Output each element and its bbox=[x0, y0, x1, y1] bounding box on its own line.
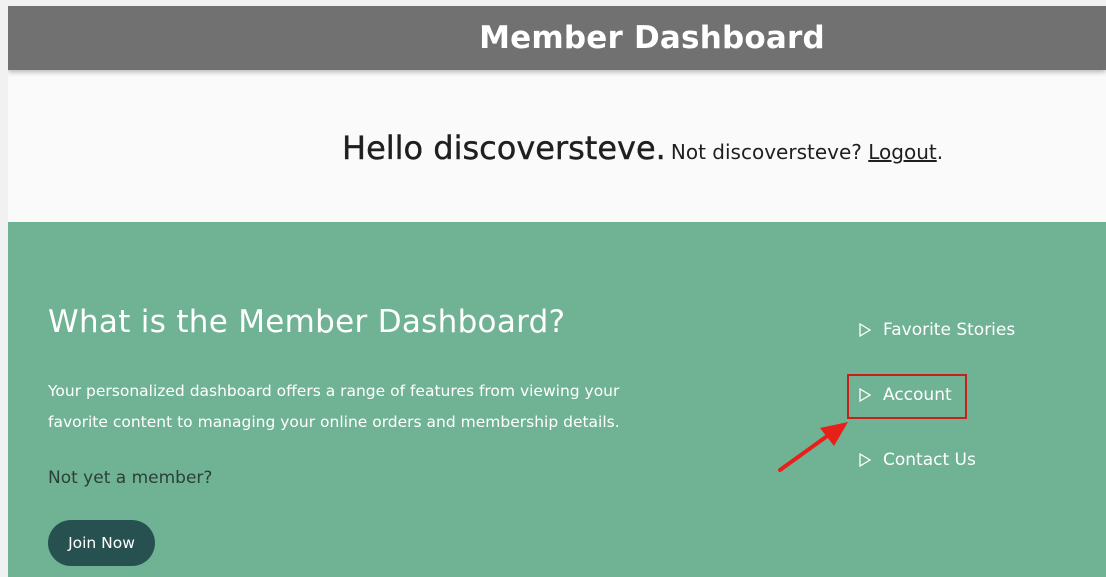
sidebar-item-favorite-stories[interactable]: Favorite Stories bbox=[858, 320, 1015, 340]
sidebar-item-label: Favorite Stories bbox=[883, 320, 1016, 340]
annotation-arrow-icon bbox=[778, 422, 848, 472]
triangle-right-outline-icon bbox=[859, 323, 872, 337]
sidebar-item-contact-us[interactable]: Contact Us bbox=[858, 450, 976, 470]
page: Member Dashboard Hello discoversteve. No… bbox=[8, 6, 1106, 577]
info-description: Your personalized dashboard offers a ran… bbox=[48, 376, 648, 438]
sidebar-item-label: Contact Us bbox=[883, 450, 976, 470]
greeting-not-user: Not discoversteve? Logout. bbox=[671, 140, 943, 164]
info-panel: What is the Member Dashboard? Your perso… bbox=[8, 222, 1106, 577]
info-title: What is the Member Dashboard? bbox=[48, 304, 566, 340]
header-bar: Member Dashboard bbox=[8, 6, 1106, 70]
logout-link[interactable]: Logout bbox=[868, 140, 936, 164]
greeting-hello: Hello discoversteve. bbox=[342, 129, 666, 167]
greeting: Hello discoversteve. Not discoversteve? … bbox=[342, 129, 943, 167]
page-title: Member Dashboard bbox=[479, 20, 825, 56]
not-member-text: Not yet a member? bbox=[48, 468, 213, 488]
info-description-line1: Your personalized dashboard offers a ran… bbox=[48, 382, 620, 400]
triangle-right-outline-icon bbox=[859, 453, 872, 467]
join-now-button[interactable]: Join Now bbox=[48, 520, 155, 566]
not-user-text: Not discoversteve? bbox=[670, 140, 862, 164]
greeting-period: . bbox=[936, 140, 944, 164]
info-description-line2: favorite content to managing your online… bbox=[48, 413, 620, 431]
annotation-highlight-box bbox=[847, 374, 967, 419]
